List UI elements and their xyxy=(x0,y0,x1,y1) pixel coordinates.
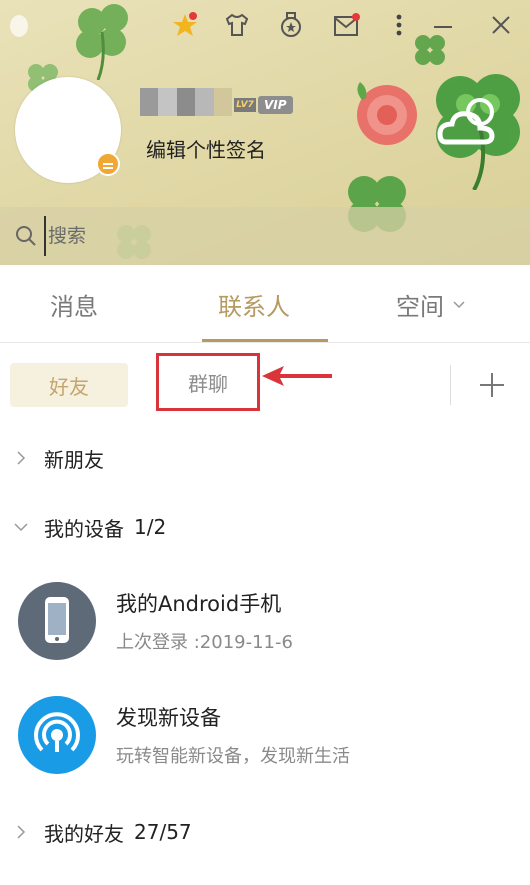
divider xyxy=(450,365,451,405)
main-tabs: 消息 联系人 空间 xyxy=(0,265,530,343)
plus-icon xyxy=(480,373,504,397)
group-my-devices[interactable]: 我的设备 1/2 xyxy=(0,503,530,551)
group-my-friends[interactable]: 我的好友 27/57 xyxy=(0,808,530,856)
chevron-down-icon xyxy=(14,523,28,532)
tab-messages[interactable]: 消息 xyxy=(50,287,98,322)
device-title: 发现新设备 xyxy=(116,706,221,730)
search-input[interactable] xyxy=(44,216,464,256)
qq-logo-icon xyxy=(10,15,28,37)
vip-badge[interactable]: VIP xyxy=(258,96,293,114)
clover-decoration-icon xyxy=(76,4,128,80)
edit-signature-link[interactable]: 编辑个性签名 xyxy=(146,134,266,163)
online-status-icon[interactable] xyxy=(96,152,120,176)
tab-contacts-label: 联系人 xyxy=(218,293,290,321)
minimize-icon[interactable] xyxy=(428,10,458,40)
device-discover-new[interactable]: 发现新设备 玩转智能新设备，发现新生活 xyxy=(0,690,530,780)
search-icon xyxy=(16,226,36,246)
more-menu-icon[interactable] xyxy=(384,10,414,40)
group-label: 我的设备 xyxy=(44,516,124,541)
tab-zone-label: 空间 xyxy=(396,293,444,321)
device-subtitle: 玩转智能新设备，发现新生活 xyxy=(116,746,350,767)
subtab-friends[interactable]: 好友 xyxy=(10,363,128,407)
clover-decoration-icon xyxy=(436,74,520,190)
subtab-groups[interactable]: 群聊 xyxy=(156,353,260,411)
super-member-icon[interactable] xyxy=(170,10,200,40)
level-badge: LV7 xyxy=(234,98,256,112)
add-contact-button[interactable] xyxy=(470,363,514,407)
profile-header: LV7 VIP 编辑个性签名 xyxy=(0,0,530,265)
group-count: 1/2 xyxy=(134,515,167,539)
tab-zone[interactable]: 空间 xyxy=(396,287,466,322)
device-subtitle: 上次登录 :2019-11-6 xyxy=(116,632,293,653)
group-label: 新朋友 xyxy=(44,447,104,472)
chevron-right-icon xyxy=(17,825,26,839)
device-title: 我的Android手机 xyxy=(116,592,282,616)
nickname-redacted xyxy=(140,88,233,116)
chevron-down-icon xyxy=(453,300,465,308)
weather-cloud-icon[interactable] xyxy=(434,92,504,152)
group-count: 27/57 xyxy=(134,820,192,844)
group-label: 我的好友 xyxy=(44,821,124,846)
annotation-arrow-icon xyxy=(262,366,332,386)
tab-messages-label: 消息 xyxy=(50,293,98,321)
mail-icon[interactable] xyxy=(332,10,362,40)
search-bar xyxy=(0,207,530,265)
active-tab-indicator xyxy=(202,339,328,342)
discover-device-icon xyxy=(18,696,96,774)
close-icon[interactable] xyxy=(486,10,516,40)
skin-shirt-icon[interactable] xyxy=(222,10,252,40)
contact-sub-tabs: 好友 群聊 xyxy=(0,343,530,429)
phone-icon xyxy=(18,582,96,660)
medal-icon[interactable] xyxy=(276,10,306,40)
group-new-friends[interactable]: 新朋友 xyxy=(0,434,530,482)
device-android-phone[interactable]: 我的Android手机 上次登录 :2019-11-6 xyxy=(0,576,530,666)
chevron-right-icon xyxy=(17,451,26,465)
tab-contacts[interactable]: 联系人 xyxy=(218,287,290,322)
rose-decoration-icon xyxy=(357,82,417,145)
